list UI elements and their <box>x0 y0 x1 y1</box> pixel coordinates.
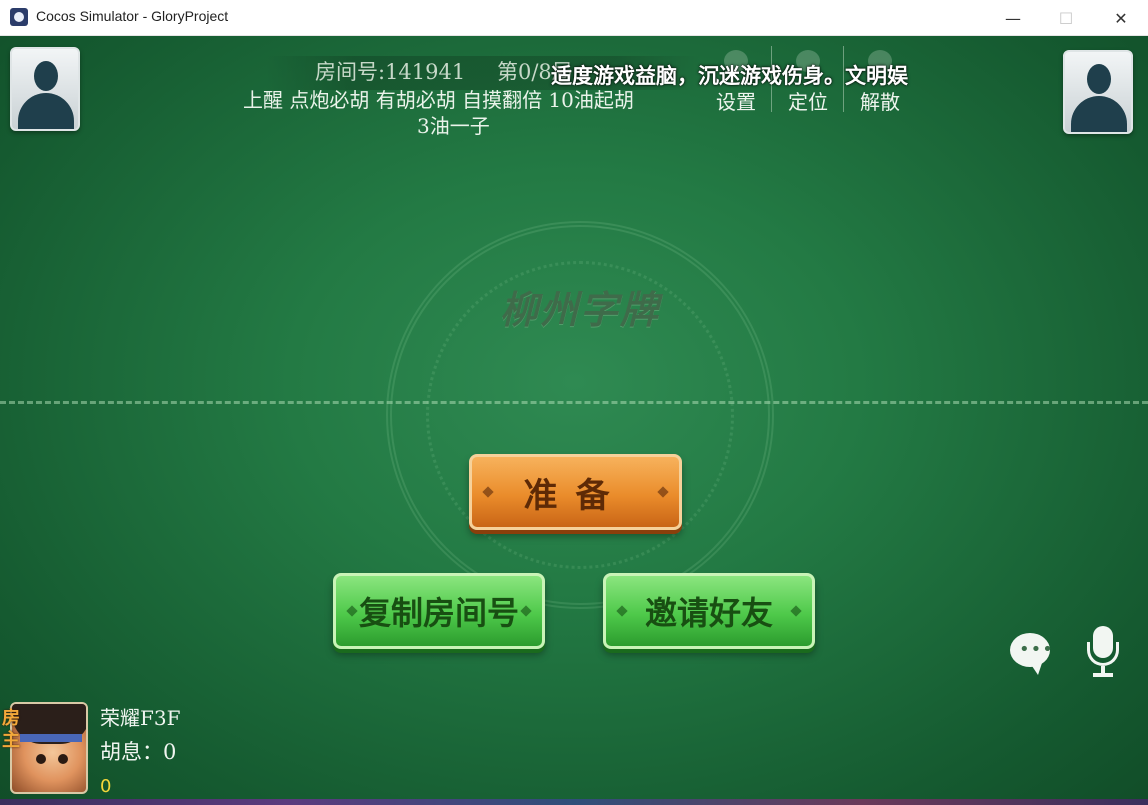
microphone-icon[interactable] <box>1087 626 1119 678</box>
close-button[interactable]: ✕ <box>1098 0 1144 36</box>
ready-label: 准备 <box>523 475 628 516</box>
invite-friends-button[interactable]: 邀请好友 <box>603 573 815 649</box>
game-canvas: 柳州字牌 房间号:141941 第0/8局 上醒 点炮必胡 有胡必胡 自摸翻倍 … <box>0 36 1148 805</box>
player-huxi: 胡息：0 <box>100 740 177 764</box>
invite-label: 邀请好友 <box>644 594 773 632</box>
minimize-button[interactable]: — <box>990 0 1036 36</box>
empty-seat-avatar-icon <box>1087 64 1111 94</box>
title-bar: Cocos Simulator - GloryProject — ☐ ✕ <box>0 0 1148 36</box>
player-name: 荣耀F3F <box>100 706 181 730</box>
dismiss-label: 解散 <box>860 90 900 114</box>
copy-room-button[interactable]: 复制房间号 <box>333 573 545 649</box>
empty-seat-left[interactable] <box>10 47 80 131</box>
host-badge: 房主 <box>2 708 20 751</box>
chat-bubble-icon[interactable]: ••• <box>1010 633 1054 675</box>
app-icon <box>10 8 28 26</box>
game-title: 柳州字牌 <box>499 287 660 332</box>
copy-room-label: 复制房间号 <box>358 594 519 632</box>
table-divider <box>0 401 1148 404</box>
desktop-strip <box>0 799 1148 805</box>
locate-label: 定位 <box>788 90 828 114</box>
empty-seat-avatar-icon <box>34 61 58 91</box>
room-number: 房间号:141941 <box>315 60 466 84</box>
ready-button[interactable]: 准备 <box>469 454 682 530</box>
settings-label: 设置 <box>716 90 756 114</box>
health-notice: 适度游戏益脑，沉迷游戏伤身。文明娱 <box>551 64 908 88</box>
rules-line-2: 3油一子 <box>417 114 490 138</box>
empty-seat-right[interactable] <box>1063 50 1133 134</box>
maximize-button[interactable]: ☐ <box>1043 0 1089 36</box>
player-score: 0 <box>100 776 112 797</box>
simulator-window: Cocos Simulator - GloryProject — ☐ ✕ 柳州字… <box>0 0 1148 805</box>
chat-dots: ••• <box>1019 639 1054 660</box>
window-title: Cocos Simulator - GloryProject <box>36 8 229 24</box>
